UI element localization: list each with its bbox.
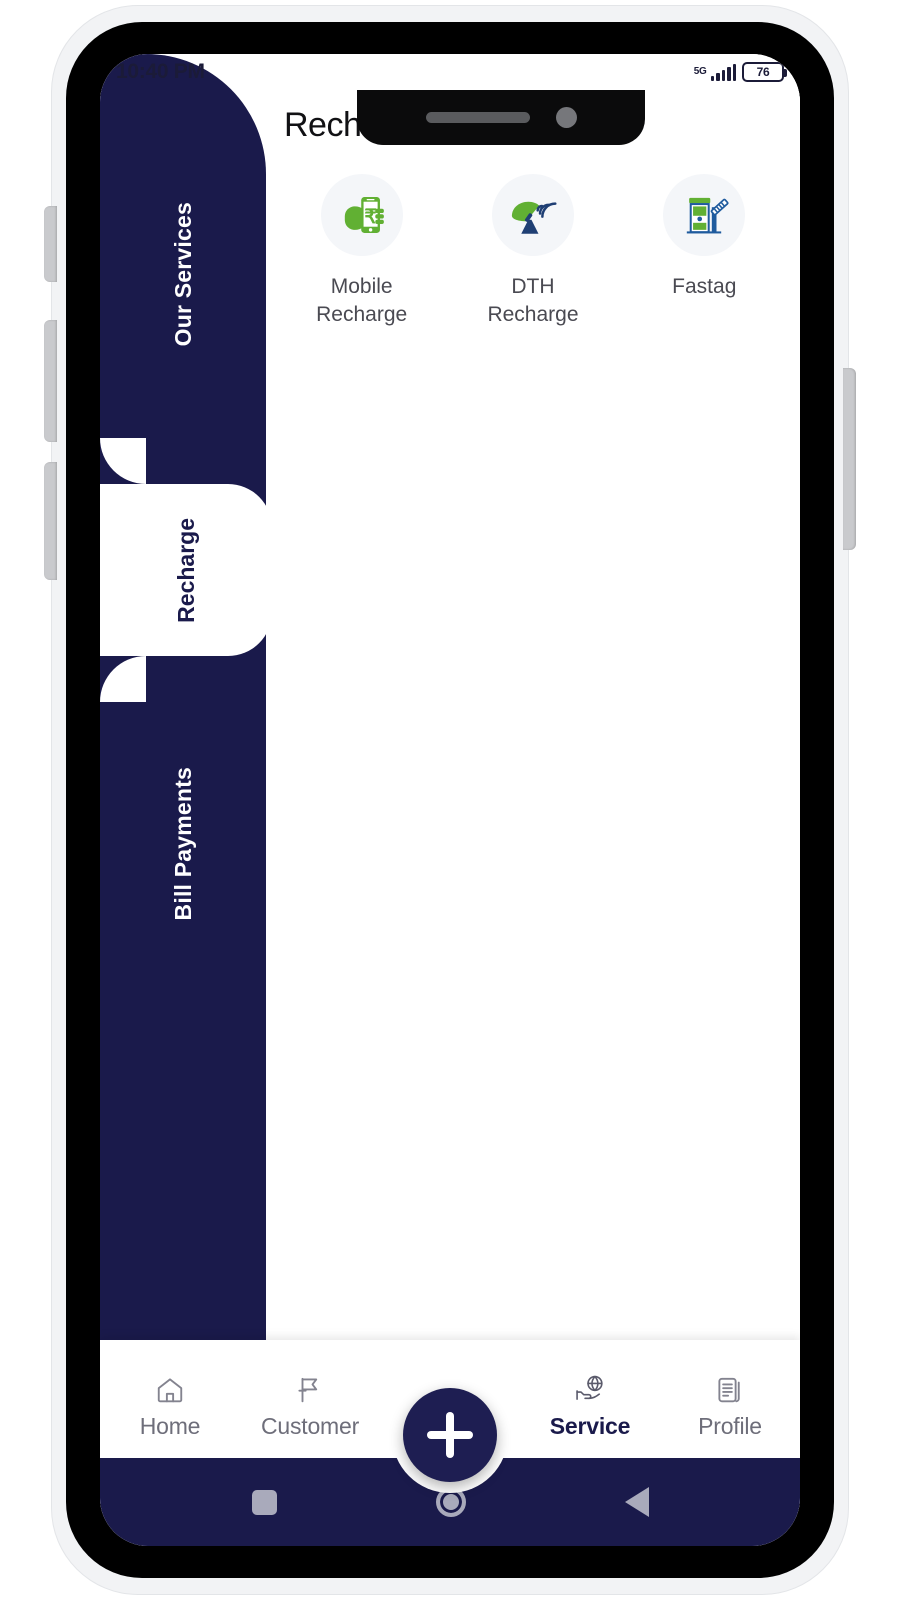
service-tile-label: Fastag bbox=[672, 275, 737, 298]
status-bar-right: 5G 76 bbox=[693, 62, 787, 82]
phone-notch bbox=[357, 90, 645, 145]
bottom-nav-label: Customer bbox=[260, 1412, 360, 1439]
battery-percent-label: 76 bbox=[756, 65, 770, 79]
bottom-nav-label: Service bbox=[549, 1412, 631, 1439]
bottom-nav-service[interactable]: Service bbox=[520, 1373, 660, 1440]
sidebar-item-recharge-active[interactable]: Recharge bbox=[100, 484, 272, 656]
battery-icon: 76 bbox=[742, 62, 787, 82]
mobile-recharge-icon: ₹ bbox=[344, 197, 384, 233]
service-tile-label: DTH Recharge bbox=[487, 275, 579, 326]
screenshot-root: 10:40 PM 5G 76 Our Services Bill Payment… bbox=[0, 0, 900, 1600]
sidebar-item-label: Our Services bbox=[169, 201, 196, 347]
service-icon-wrap: ₹ bbox=[320, 174, 403, 256]
flag-icon bbox=[295, 1373, 325, 1405]
add-fab-button[interactable] bbox=[403, 1388, 497, 1482]
status-time: 10:40 PM bbox=[116, 60, 205, 83]
status-bar: 10:40 PM 5G 76 bbox=[100, 54, 800, 90]
service-tile-mobile-recharge[interactable]: ₹ Mobile Recharge bbox=[276, 174, 447, 328]
phone-button-power[interactable] bbox=[843, 368, 856, 550]
sidebar-item-label: Recharge bbox=[172, 517, 199, 623]
speaker-grille-icon bbox=[425, 112, 530, 123]
sidebar-fillet-bottom bbox=[100, 656, 146, 702]
front-camera-icon bbox=[555, 107, 577, 128]
bottom-nav-profile[interactable]: Profile bbox=[660, 1373, 800, 1440]
home-icon bbox=[155, 1373, 185, 1405]
service-icon-wrap bbox=[491, 174, 574, 256]
content-panel: Recharge ₹ Mobile Recharge DTH Recharge … bbox=[266, 54, 800, 1364]
triangle-left-icon[interactable] bbox=[624, 1487, 649, 1517]
plus-icon bbox=[427, 1412, 473, 1458]
service-grid: ₹ Mobile Recharge DTH Recharge Fastag bbox=[266, 174, 800, 328]
globe-hand-icon bbox=[574, 1373, 606, 1405]
fastag-icon bbox=[687, 197, 729, 234]
svg-text:₹: ₹ bbox=[364, 206, 377, 228]
bottom-nav-label: Profile bbox=[698, 1412, 762, 1439]
phone-button-silent[interactable] bbox=[44, 206, 57, 282]
square-icon[interactable] bbox=[251, 1489, 277, 1515]
service-tile-dth-recharge[interactable]: DTH Recharge bbox=[447, 174, 618, 328]
service-icon-wrap bbox=[663, 174, 746, 256]
status-bar-left: 10:40 PM bbox=[116, 60, 205, 84]
app-body: 10:40 PM 5G 76 Our Services Bill Payment… bbox=[100, 54, 800, 1546]
bottom-nav-home[interactable]: Home bbox=[100, 1373, 240, 1440]
phone-button-volume-up[interactable] bbox=[44, 320, 57, 442]
signal-bars-icon bbox=[710, 63, 736, 81]
bottom-nav-label: Home bbox=[139, 1412, 201, 1439]
service-tile-label: Mobile Recharge bbox=[316, 275, 408, 326]
phone-screen: 10:40 PM 5G 76 Our Services Bill Payment… bbox=[100, 54, 800, 1546]
documents-icon bbox=[715, 1373, 745, 1405]
circle-icon[interactable] bbox=[435, 1487, 466, 1517]
phone-button-volume-down[interactable] bbox=[44, 462, 57, 580]
sidebar-item-label: Bill Payments bbox=[169, 767, 196, 921]
service-tile-fastag[interactable]: Fastag bbox=[619, 174, 790, 328]
network-type-label: 5G bbox=[693, 66, 707, 77]
sidebar-item-our-services[interactable]: Our Services bbox=[100, 94, 266, 454]
sidebar-fillet-top bbox=[100, 438, 146, 484]
sidebar-item-bill-payments[interactable]: Bill Payments bbox=[100, 654, 266, 1034]
dth-recharge-icon bbox=[511, 201, 557, 234]
bottom-nav-customer[interactable]: Customer bbox=[240, 1373, 380, 1440]
sidebar-rail: Our Services Bill Payments bbox=[100, 54, 266, 1364]
